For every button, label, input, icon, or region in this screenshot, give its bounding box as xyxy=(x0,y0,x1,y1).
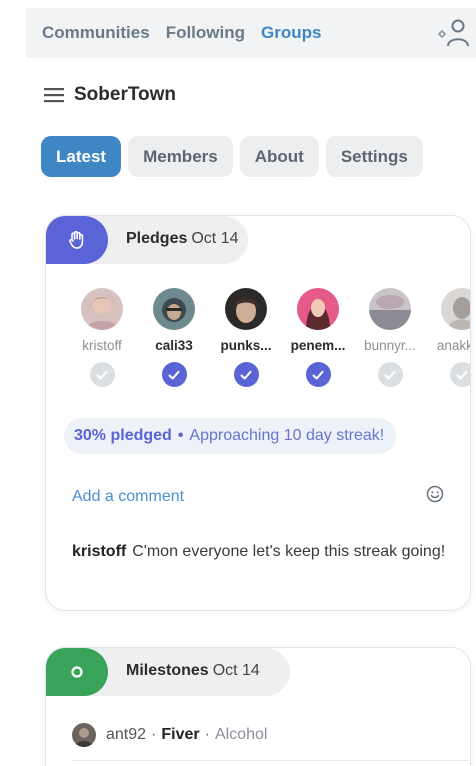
tab-settings[interactable]: Settings xyxy=(325,136,423,177)
top-nav: Communities Following Groups xyxy=(26,8,476,58)
comment-text: C'mon everyone let's keep this streak go… xyxy=(132,543,446,560)
nav-communities[interactable]: Communities xyxy=(42,23,150,43)
add-comment-link[interactable]: Add a comment xyxy=(72,488,184,506)
check-icon xyxy=(240,370,252,379)
streak-text: Approaching 10 day streak! xyxy=(189,427,385,444)
check-icon xyxy=(312,370,324,379)
pledge-check[interactable] xyxy=(449,362,470,387)
divider xyxy=(72,760,470,761)
pledge-check[interactable] xyxy=(305,362,331,387)
pledge-check[interactable] xyxy=(161,362,187,387)
pledges-card: Pledges Oct 14 kristoff cali33 punks... … xyxy=(45,215,471,611)
avatar xyxy=(369,288,411,330)
tab-latest[interactable]: Latest xyxy=(41,136,122,177)
add-user-icon xyxy=(437,19,469,47)
member-name: punks... xyxy=(220,338,272,353)
check-icon xyxy=(96,370,108,379)
member-cali33[interactable]: cali33 xyxy=(140,288,208,387)
pledge-check[interactable] xyxy=(89,362,115,387)
member-name: penem... xyxy=(290,338,346,353)
member-name: kristoff xyxy=(82,338,122,353)
member-anakki[interactable]: anakki... xyxy=(428,288,470,387)
ring-icon xyxy=(71,666,83,678)
avatar xyxy=(297,288,339,330)
avatar xyxy=(153,288,195,330)
nav-following[interactable]: Following xyxy=(166,23,245,43)
member-penem[interactable]: penem... xyxy=(284,288,352,387)
milestones-card: Milestones Oct 14 ant92 · Fiver · Alcohol xyxy=(45,647,471,766)
milestones-label: Milestones xyxy=(126,662,209,679)
tab-members[interactable]: Members xyxy=(128,136,233,177)
emoji-icon[interactable] xyxy=(425,484,445,504)
milestone-separator: · xyxy=(151,726,157,743)
pledge-check[interactable] xyxy=(377,362,403,387)
raised-hand-icon xyxy=(69,230,84,249)
nav-groups[interactable]: Groups xyxy=(261,23,321,43)
member-bunnyr[interactable]: bunnyr... xyxy=(356,288,424,387)
group-title: SoberTown xyxy=(74,84,177,105)
pledges-date: Oct 14 xyxy=(191,230,239,247)
milestone-user[interactable]: ant92 xyxy=(106,726,146,744)
pledges-title: Pledges Oct 14 xyxy=(126,230,239,248)
check-icon xyxy=(168,370,180,379)
add-user-button[interactable] xyxy=(436,16,470,50)
pledges-label: Pledges xyxy=(126,230,188,247)
group-header: SoberTown xyxy=(44,84,176,106)
avatar xyxy=(81,288,123,330)
avatar xyxy=(441,288,470,330)
milestone-category: Alcohol xyxy=(214,726,268,743)
milestones-title: Milestones Oct 14 xyxy=(126,662,260,680)
member-name: cali33 xyxy=(155,338,193,353)
avatar xyxy=(225,288,267,330)
member-punks[interactable]: punks... xyxy=(212,288,280,387)
check-icon xyxy=(456,370,468,379)
milestone-separator: · xyxy=(204,726,210,743)
pledges-badge xyxy=(46,216,108,264)
milestones-badge xyxy=(46,648,108,696)
milestones-date: Oct 14 xyxy=(212,662,260,679)
member-kristoff[interactable]: kristoff xyxy=(68,288,136,387)
check-icon xyxy=(384,370,396,379)
status-separator: • xyxy=(177,427,184,444)
milestone-name: Fiver xyxy=(161,726,200,743)
pledge-percent: 30% pledged xyxy=(74,427,172,444)
app-screen: Communities Following Groups SoberTown L… xyxy=(0,0,476,766)
comment: kristoff C'mon everyone let's keep this s… xyxy=(72,540,452,564)
avatar xyxy=(72,723,96,747)
member-name: anakki... xyxy=(436,338,470,353)
tab-about[interactable]: About xyxy=(239,136,319,177)
pledge-check[interactable] xyxy=(233,362,259,387)
comment-author[interactable]: kristoff xyxy=(72,543,126,560)
milestone-entry[interactable]: ant92 · Fiver · Alcohol xyxy=(72,723,267,747)
member-name: bunnyr... xyxy=(364,338,416,353)
hamburger-menu-icon[interactable] xyxy=(44,87,66,103)
pledge-members-row: kristoff cali33 punks... penem... bunnyr… xyxy=(68,288,470,387)
group-tabs: Latest Members About Settings xyxy=(41,136,430,177)
pledge-status-badge: 30% pledged • Approaching 10 day streak! xyxy=(64,418,397,454)
